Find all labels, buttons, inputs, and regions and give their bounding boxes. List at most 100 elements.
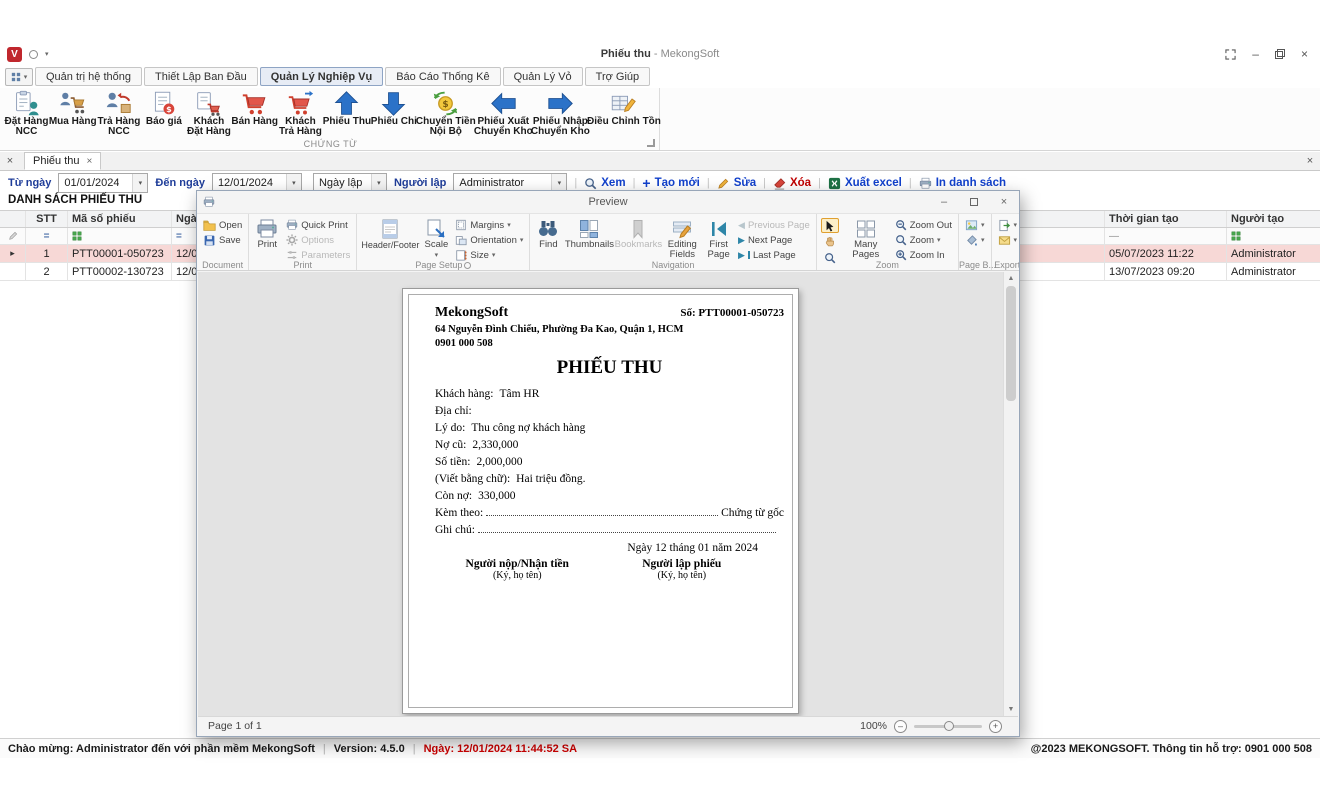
zoom-in-button[interactable]: + xyxy=(989,720,1002,733)
tab-phieu-thu-document[interactable]: Phiếu thu × xyxy=(24,152,101,170)
first-page-button[interactable]: First Page xyxy=(704,216,733,260)
window-titlebar[interactable]: V ▾ Phiếu thu - MekongSoft – × xyxy=(0,42,1320,66)
ribbon-item-ban-hang[interactable]: Bán Hàng xyxy=(231,88,277,128)
tab-bao-cao-thong-ke[interactable]: Báo Cáo Thống Kê xyxy=(385,67,500,86)
khach-tra-hang-icon xyxy=(286,89,314,117)
preview-titlebar[interactable]: Preview – × xyxy=(197,191,1019,213)
scale-button[interactable]: Scale ▾ xyxy=(422,216,450,261)
tab-tro-giup[interactable]: Trợ Giúp xyxy=(585,67,650,86)
ribbon-item-mua-hang[interactable]: Mua Hàng xyxy=(49,88,96,128)
next-page-button[interactable]: ▶Next Page xyxy=(736,233,812,247)
ribbon-item-bao-gia[interactable]: Báo giá xyxy=(141,88,186,128)
editing-fields-button[interactable]: Editing Fields xyxy=(663,216,701,260)
ribbon-group-expander-icon[interactable] xyxy=(647,139,655,147)
ribbon-item-dieu-chinh-ton[interactable]: Điều Chỉnh Tồn xyxy=(589,88,659,128)
preview-canvas[interactable]: MekongSoft Số: PTT00001-050723 64 Nguyễn… xyxy=(198,272,1018,716)
open-button[interactable]: Open xyxy=(201,218,244,232)
ribbon-item-phieu-xuat-chuyen-kho[interactable]: Phiếu XuấtChuyển Kho xyxy=(475,88,532,138)
header-ma-so-phieu[interactable]: Mã số phiếu xyxy=(68,211,172,227)
scroll-up-icon[interactable]: ▲ xyxy=(1004,275,1018,282)
margins-button[interactable]: Margins▾ xyxy=(453,218,525,232)
many-pages-button[interactable]: Many Pages xyxy=(842,216,890,260)
options-button[interactable]: Options xyxy=(284,233,352,247)
tab-thiet-lap-ban-dau[interactable]: Thiết Lập Ban Đầu xyxy=(144,67,258,86)
previous-page-button[interactable]: ◀Previous Page xyxy=(736,218,812,232)
ribbon-group-label: CHỨNG TỪ xyxy=(2,139,659,149)
tu-ngay-input[interactable]: 01/01/2024▾ xyxy=(58,173,148,193)
minimize-button[interactable]: – xyxy=(1252,48,1259,60)
tabstrip-close-all-icon[interactable]: × xyxy=(1300,155,1320,167)
close-button[interactable]: × xyxy=(1301,48,1308,60)
bookmarks-button[interactable]: Bookmarks xyxy=(616,216,660,250)
ribbon-item-chuyen-tien-noi-bo[interactable]: Chuyển TiềnNội Bộ xyxy=(417,88,475,138)
preview-scrollbar[interactable]: ▲ ▼ xyxy=(1003,272,1018,716)
watermark-icon xyxy=(965,219,978,232)
ribbon-item-dat-hang-ncc[interactable]: Đặt HàngNCC xyxy=(4,88,49,138)
ribbon-item-phieu-thu[interactable]: Phiếu Thu xyxy=(323,88,371,128)
doc-line-con-no: Còn nợ:330,000 xyxy=(435,490,784,502)
tab-quan-tri-he-thong[interactable]: Quản trị hệ thống xyxy=(35,67,142,86)
tab-close-icon[interactable]: × xyxy=(86,156,92,167)
tra-hang-ncc-icon xyxy=(105,89,133,117)
filter-stt[interactable]: = xyxy=(26,228,68,244)
filter-ma-so-phieu[interactable] xyxy=(68,228,172,244)
preview-maximize-button[interactable] xyxy=(959,192,989,212)
bao-gia-icon xyxy=(150,89,178,117)
restore-button[interactable] xyxy=(1275,49,1285,59)
zoom-button[interactable]: Zoom▾ xyxy=(893,233,954,247)
quick-access-icon[interactable] xyxy=(29,50,38,59)
export-document-button[interactable]: ▾ xyxy=(996,218,1020,232)
tao-moi-button[interactable]: +Tạo mới xyxy=(642,177,699,189)
save-button[interactable]: Save xyxy=(201,233,244,247)
hand-tool-button[interactable] xyxy=(821,234,839,249)
preview-minimize-button[interactable]: – xyxy=(929,192,959,212)
ribbon-item-tra-hang-ncc[interactable]: Trả HàngNCC xyxy=(96,88,141,138)
sua-button[interactable]: Sửa xyxy=(717,177,756,190)
ribbon-item-phieu-nhap-chuyen-kho[interactable]: Phiếu NhậpChuyển Kho xyxy=(532,88,589,138)
xoa-button[interactable]: Xóa xyxy=(773,177,811,190)
page-color-button[interactable]: ▾ xyxy=(963,233,987,247)
phieu-nhap-chuyen-kho-icon xyxy=(546,89,574,117)
zoom-out-button[interactable]: Zoom Out xyxy=(893,218,954,232)
fullscreen-icon[interactable] xyxy=(1225,49,1236,60)
tab-quan-ly-vo[interactable]: Quản Lý Vỏ xyxy=(503,67,583,86)
filter-nguoi-tao[interactable] xyxy=(1227,228,1320,244)
header-thoi-gian-tao[interactable]: Thời gian tạo xyxy=(1105,211,1227,227)
preview-close-button[interactable]: × xyxy=(989,192,1019,212)
zoom-slider[interactable] xyxy=(914,725,982,728)
document-tabstrip: × Phiếu thu × × xyxy=(0,152,1320,171)
send-email-button[interactable]: ▾ xyxy=(996,233,1020,247)
menu-grid-button[interactable]: ▾ xyxy=(5,68,33,86)
ribbon-item-phieu-chi[interactable]: Phiếu Chi xyxy=(371,88,417,128)
tabstrip-close-icon[interactable]: × xyxy=(0,155,20,167)
print-button[interactable]: Print xyxy=(253,216,281,250)
chevron-down-icon[interactable]: ▾ xyxy=(132,174,147,192)
pencil-icon xyxy=(717,177,730,190)
header-stt[interactable]: STT xyxy=(26,211,68,227)
zoom-slider-thumb[interactable] xyxy=(944,721,954,731)
ribbon-item-khach-dat-hang[interactable]: KháchĐặt Hàng xyxy=(186,88,231,138)
tab-quan-ly-nghiep-vu[interactable]: Quản Lý Nghiệp Vụ xyxy=(260,67,383,86)
quick-print-button[interactable]: Quick Print xyxy=(284,218,352,232)
scroll-down-icon[interactable]: ▼ xyxy=(1004,706,1018,713)
header-footer-button[interactable]: Header/Footer xyxy=(361,216,419,250)
preview-toolbar: Open Save Document Print Quick Print Opt… xyxy=(197,213,1019,271)
find-button[interactable]: Find xyxy=(534,216,562,250)
ribbon-item-khach-tra-hang[interactable]: KháchTrả Hàng xyxy=(278,88,323,138)
page-setup-dialog-launcher-icon[interactable] xyxy=(464,262,471,269)
mouse-pointer-button[interactable] xyxy=(821,218,839,233)
header-nguoi-tao[interactable]: Người tạo xyxy=(1227,211,1320,227)
nguoi-lap-label: Người lập xyxy=(394,177,446,189)
zoom-out-button[interactable]: – xyxy=(894,720,907,733)
filter-thoi-gian-tao[interactable]: — xyxy=(1105,228,1227,244)
xem-button[interactable]: Xem xyxy=(584,177,625,190)
scrollbar-thumb[interactable] xyxy=(1006,286,1016,401)
in-danh-sach-button[interactable]: In danh sách xyxy=(919,177,1006,190)
watermark-button[interactable]: ▾ xyxy=(963,218,987,232)
xuat-excel-button[interactable]: Xuất excel xyxy=(828,177,902,190)
export-icon xyxy=(998,219,1011,232)
header-selector[interactable] xyxy=(0,211,26,227)
orientation-button[interactable]: Orientation▾ xyxy=(453,233,525,247)
quick-access-dropdown-icon[interactable]: ▾ xyxy=(45,50,49,58)
thumbnails-button[interactable]: Thumbnails xyxy=(565,216,613,250)
